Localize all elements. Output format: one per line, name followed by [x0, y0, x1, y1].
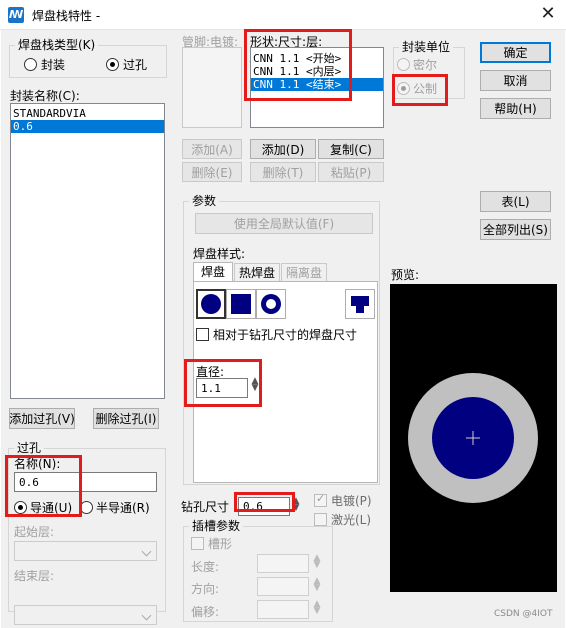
- radio-footprint[interactable]: 封装: [24, 56, 65, 73]
- plated-box: [314, 492, 327, 507]
- radio-blind[interactable]: 半导通(R): [80, 499, 150, 516]
- radio-mil: 密尔: [397, 56, 437, 73]
- package-unit-title: 封装单位: [399, 40, 454, 54]
- highlight-drill-size: [234, 492, 295, 512]
- start-layer-label: 起始层:: [14, 525, 55, 539]
- custom-pad-icon: [351, 296, 369, 313]
- add-pin-button: 添加(A): [182, 139, 242, 159]
- slotted-label: 槽形: [208, 537, 233, 551]
- pad-style-label: 焊盘样式:: [193, 247, 246, 261]
- laser-box: [314, 513, 327, 526]
- plated-checkbox: 电镀(P): [314, 492, 372, 509]
- custom-shape-button[interactable]: [345, 289, 375, 319]
- paste-button: 粘贴(P): [318, 162, 384, 182]
- watermark: CSDN @4IOT: [494, 609, 553, 619]
- end-layer-select: [14, 605, 157, 625]
- tab-antipad[interactable]: 隔离盘: [281, 263, 327, 282]
- slot-direction-input: [257, 577, 309, 596]
- round-shape-button[interactable]: [196, 289, 226, 319]
- highlight-metric: [392, 74, 448, 106]
- help-button[interactable]: 帮助(H): [480, 98, 551, 119]
- delete-pin-button: 删除(E): [182, 162, 242, 182]
- radio-via-label: 过孔: [123, 58, 148, 72]
- radio-footprint-indicator: [24, 58, 37, 71]
- radio-via-indicator: [106, 58, 119, 71]
- radio-via[interactable]: 过孔: [106, 56, 147, 73]
- pin-electrical-list: [182, 47, 242, 128]
- footprint-name-list[interactable]: STANDARDVIA 0.6: [10, 103, 165, 399]
- tab-thermal[interactable]: 热焊盘: [234, 263, 280, 282]
- radio-footprint-label: 封装: [41, 58, 66, 72]
- delete-layer-button: 删除(T): [250, 162, 316, 182]
- ok-button[interactable]: 确定: [480, 42, 551, 63]
- close-icon[interactable]: ✕: [537, 4, 559, 26]
- highlight-shape-layer: [244, 29, 352, 101]
- slot-offset-label: 偏移:: [191, 605, 220, 619]
- highlight-diameter: [184, 359, 262, 407]
- app-icon: ꟿ: [8, 7, 24, 23]
- preview-label: 预览:: [391, 268, 420, 282]
- list-all-button[interactable]: 全部列出(S): [480, 219, 551, 240]
- use-global-defaults-button: 使用全局默认值(F): [195, 213, 373, 234]
- plated-label: 电镀(P): [331, 494, 372, 508]
- annulus-pad-icon: [261, 294, 281, 314]
- relative-drill-box: [196, 328, 209, 341]
- via-title: 过孔: [14, 441, 45, 455]
- preview-canvas: [390, 284, 557, 592]
- delete-via-button[interactable]: 删除过孔(I): [93, 408, 159, 429]
- relative-drill-checkbox[interactable]: 相对于钻孔尺寸的焊盘尺寸: [196, 326, 357, 343]
- stack-type-title: 焊盘栈类型(K): [15, 38, 99, 52]
- slot-length-spinner: ▲ ▼: [313, 553, 321, 570]
- params-title: 参数: [189, 194, 220, 208]
- radio-mil-indicator: [397, 58, 410, 71]
- start-layer-select: [14, 541, 157, 561]
- annulus-shape-button[interactable]: [256, 289, 286, 319]
- list-item[interactable]: STANDARDVIA: [11, 107, 164, 120]
- slotted-checkbox: 槽形: [191, 535, 232, 552]
- window-title: 焊盘栈特性 -: [32, 9, 101, 23]
- footprint-name-label: 封装名称(C):: [10, 89, 80, 103]
- radio-blind-label: 半导通(R): [96, 501, 150, 515]
- copy-button[interactable]: 复制(C): [318, 139, 384, 159]
- add-layer-button[interactable]: 添加(D): [250, 139, 316, 159]
- end-layer-label: 结束层:: [14, 569, 55, 583]
- drill-size-label: 钻孔尺寸: [181, 500, 230, 514]
- square-shape-button[interactable]: [226, 289, 256, 319]
- relative-drill-label: 相对于钻孔尺寸的焊盘尺寸: [213, 328, 358, 342]
- radio-mil-label: 密尔: [413, 58, 438, 72]
- square-pad-icon: [231, 294, 251, 314]
- slot-offset-spinner: ▲ ▼: [313, 599, 321, 616]
- slot-direction-label: 方向:: [191, 582, 220, 596]
- slot-direction-spinner: ▲ ▼: [313, 576, 321, 593]
- slot-offset-input: [257, 600, 309, 619]
- slot-length-label: 长度:: [191, 560, 220, 574]
- slot-title: 插槽参数: [189, 519, 244, 533]
- slot-length-input: [257, 554, 309, 573]
- highlight-via-name: [5, 455, 82, 517]
- list-item[interactable]: 0.6: [11, 120, 164, 133]
- laser-label: 激光(L): [331, 513, 372, 527]
- add-via-button[interactable]: 添加过孔(V): [9, 408, 75, 429]
- preview-graphic: [408, 373, 538, 503]
- cancel-button[interactable]: 取消: [480, 70, 551, 91]
- tab-pad[interactable]: 焊盘: [193, 262, 233, 282]
- slotted-box: [191, 537, 204, 550]
- table-button[interactable]: 表(L): [480, 191, 551, 212]
- round-pad-icon: [201, 294, 221, 314]
